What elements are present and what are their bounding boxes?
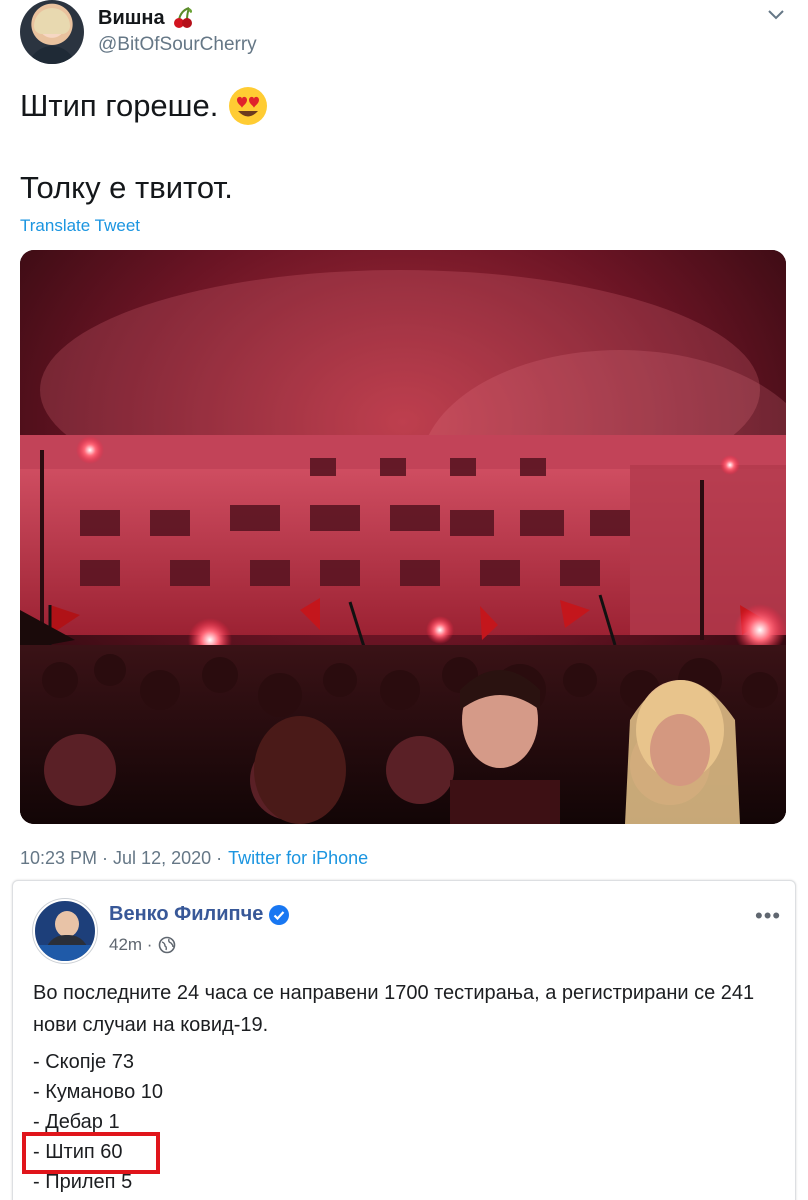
facebook-author-text[interactable]: Венко Филипче bbox=[109, 903, 263, 926]
more-options-icon[interactable]: ••• bbox=[755, 903, 781, 929]
facebook-post-list: - Скопје 73 - Куманово 10 - Дебар 1 - Шт… bbox=[33, 1047, 163, 1197]
tweet-photo[interactable] bbox=[20, 250, 786, 824]
red-highlight-box bbox=[22, 1132, 160, 1174]
list-item: - Скопје 73 bbox=[33, 1051, 134, 1073]
facebook-post-body: Во последните 24 часа се направени 1700 … bbox=[33, 982, 755, 1036]
facebook-post-time: 42m · bbox=[109, 935, 176, 955]
rally-photo-image bbox=[20, 250, 786, 824]
tweet-text-line1-text: Штип гореше. bbox=[20, 88, 219, 123]
facebook-time-text[interactable]: 42m · bbox=[109, 935, 152, 955]
facebook-author[interactable]: Венко Филипче bbox=[109, 903, 290, 926]
translate-tweet-link[interactable]: Translate Tweet bbox=[20, 216, 140, 236]
facebook-avatar[interactable] bbox=[33, 899, 97, 963]
tweet-text-line1: Штип гореше. bbox=[20, 86, 268, 126]
tweet-card: Вишна @BitOfSourCherry Штип гореше. Толк… bbox=[0, 0, 808, 880]
tweet-text-line2: Толку е твитот. bbox=[20, 170, 233, 205]
tweet-handle[interactable]: @BitOfSourCherry bbox=[98, 34, 257, 56]
tweet-meta: 10:23 PM · Jul 12, 2020 · Twitter for iP… bbox=[20, 848, 368, 869]
tweet-avatar[interactable] bbox=[20, 0, 84, 64]
tweet-source-link[interactable]: Twitter for iPhone bbox=[228, 848, 368, 869]
list-item: - Куманово 10 bbox=[33, 1081, 164, 1103]
cherry-emoji-icon bbox=[173, 7, 192, 28]
heart-eyes-emoji-icon bbox=[229, 87, 268, 125]
chevron-down-icon[interactable] bbox=[764, 2, 788, 26]
tweet-timestamp[interactable]: 10:23 PM · Jul 12, 2020 · bbox=[20, 848, 222, 869]
tweet-display-name[interactable]: Вишна bbox=[98, 6, 195, 30]
globe-icon bbox=[159, 936, 176, 954]
verified-badge-icon bbox=[269, 904, 290, 925]
display-name-text[interactable]: Вишна bbox=[98, 7, 165, 30]
